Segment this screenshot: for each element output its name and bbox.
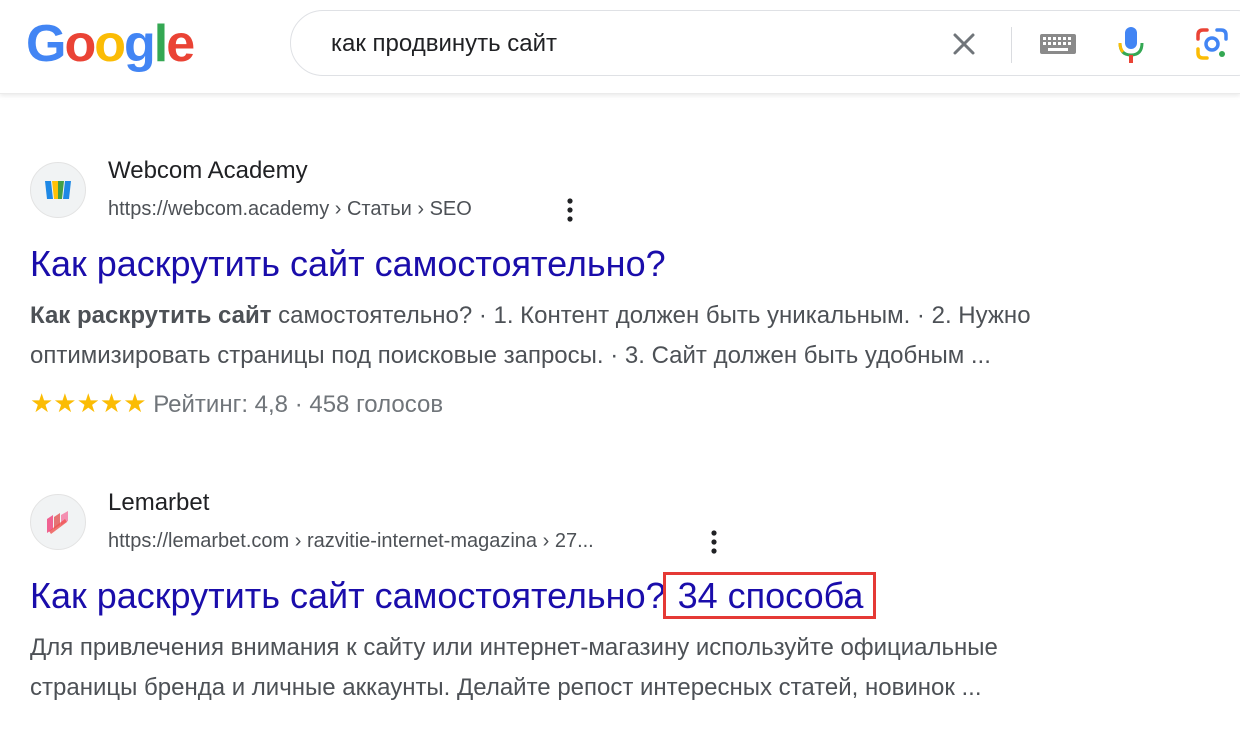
search-result: Webcom Academy https://webcom.academy › … <box>30 157 1220 430</box>
rating-text: Рейтинг: 4,8 · 458 голосов <box>153 391 444 418</box>
logo-letter: o <box>64 15 96 73</box>
close-icon[interactable] <box>947 27 981 61</box>
title-main: Как раскрутить сайт самостоятельно? <box>30 575 666 616</box>
camera-lens-icon[interactable] <box>1195 27 1229 61</box>
keyboard-icon[interactable] <box>1039 33 1077 55</box>
snippet-line: оптимизировать страницы под поисковые за… <box>30 342 991 369</box>
more-options-icon[interactable] <box>560 196 580 226</box>
logo-letter: G <box>26 15 66 73</box>
search-divider <box>1011 27 1012 63</box>
result-snippet: Для привлечения внимания к сайту или инт… <box>30 628 1210 708</box>
star-rating-icon: ★★★★★ <box>30 388 147 418</box>
snippet-line: Для привлечения внимания к сайту или инт… <box>30 634 998 661</box>
result-snippet: Как раскрутить сайт самостоятельно? · 1.… <box>30 296 1210 376</box>
search-result: Lemarbet https://lemarbet.com › razvitie… <box>30 489 1220 722</box>
rating-row: ★★★★★ Рейтинг: 4,8 · 458 голосов <box>30 388 443 419</box>
lemarbet-favicon <box>30 494 86 550</box>
search-box <box>290 10 1240 76</box>
more-options-icon[interactable] <box>704 528 724 558</box>
title-highlight: 34 способа <box>662 572 877 619</box>
logo-letter: g <box>123 15 156 73</box>
search-input[interactable] <box>331 25 931 63</box>
site-name: Webcom Academy <box>108 157 308 184</box>
site-url[interactable]: https://lemarbet.com › razvitie-internet… <box>108 530 594 553</box>
webcom-favicon <box>30 162 86 218</box>
result-title-link[interactable]: Как раскрутить сайт самостоятельно? <box>30 242 666 286</box>
site-name: Lemarbet <box>108 489 210 516</box>
snippet-bold: Как раскрутить сайт <box>30 302 272 329</box>
snippet-line: Как раскрутить сайт самостоятельно? · 1.… <box>30 296 1210 336</box>
result-title-link[interactable]: Как раскрутить сайт самостоятельно? 34 сп… <box>30 572 877 619</box>
logo-letter: e <box>166 15 195 73</box>
snippet-text: самостоятельно? · 1. Контент должен быть… <box>271 302 1031 329</box>
logo-letter: l <box>153 15 169 73</box>
search-header: Google <box>0 0 1240 94</box>
google-logo[interactable]: Google <box>26 14 195 74</box>
snippet-line: страницы бренда и личные аккаунты. Делай… <box>30 674 982 701</box>
microphone-icon[interactable] <box>1117 25 1145 65</box>
logo-letter: o <box>94 15 126 73</box>
site-url[interactable]: https://webcom.academy › Статьи › SEO <box>108 198 472 221</box>
